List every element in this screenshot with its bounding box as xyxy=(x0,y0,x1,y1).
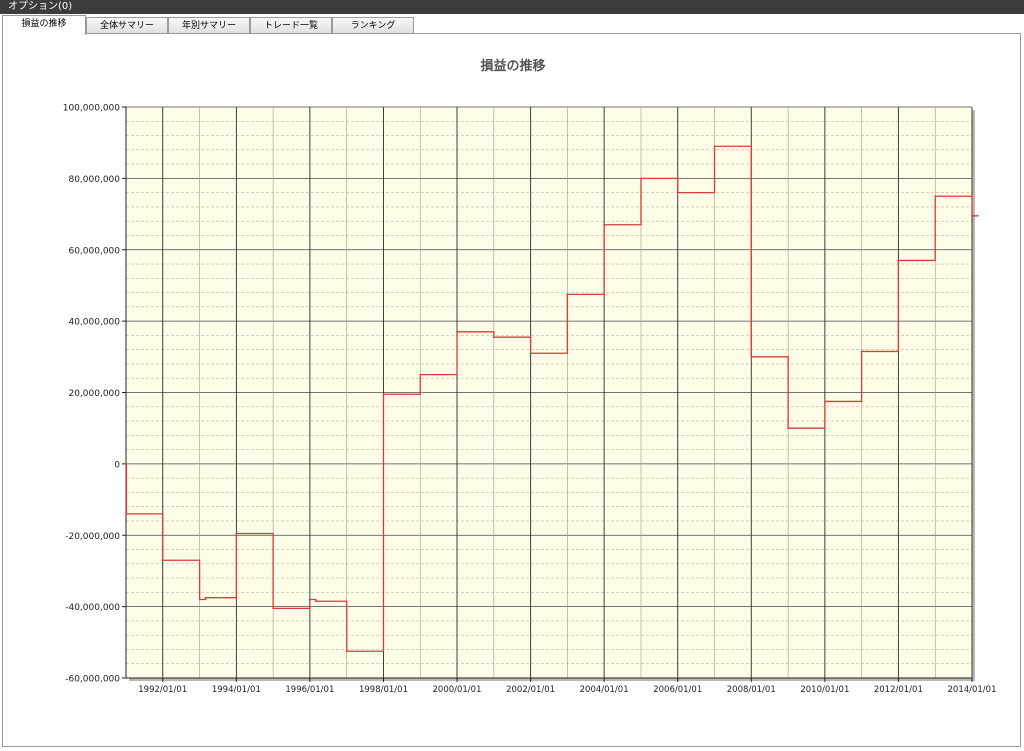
tab-overall-summary[interactable]: 全体サマリー xyxy=(86,17,168,33)
y-tick-label: -40,000,000 xyxy=(65,603,120,613)
data-point xyxy=(824,400,826,403)
tab-ranking[interactable]: ランキング xyxy=(332,17,414,33)
profit-chart: 損益の推移 100,000,000 80,000,000 60,000,000 40,… xyxy=(63,58,997,695)
y-tick-label: 80,000,000 xyxy=(68,175,120,185)
y-tick-label: -20,000,000 xyxy=(65,532,120,542)
data-point xyxy=(640,177,642,180)
y-tick-label: 100,000,000 xyxy=(63,104,121,114)
window-titlebar: オプション(0) xyxy=(0,0,1024,14)
data-point xyxy=(787,427,789,429)
y-axis-ticks: 100,000,000 80,000,000 60,000,000 40,000,00… xyxy=(63,104,126,685)
y-tick-label: 60,000,000 xyxy=(68,246,120,256)
data-point xyxy=(419,373,422,376)
x-tick-label: 2012/01/01 xyxy=(874,685,923,695)
x-tick-label: 1992/01/01 xyxy=(138,685,187,695)
data-point xyxy=(309,598,311,601)
chart-panel: 損益の推移 100,000,000 80,000,000 60,000,000 40,… xyxy=(2,33,1021,747)
data-point xyxy=(272,607,274,610)
tab-trade-list[interactable]: トレード一覧 xyxy=(250,17,332,33)
data-point xyxy=(382,393,385,396)
x-tick-label: 1994/01/01 xyxy=(212,685,261,695)
data-point xyxy=(977,215,979,217)
x-tick-label: 2006/01/01 xyxy=(653,685,702,695)
data-point xyxy=(529,352,532,355)
data-point xyxy=(204,596,207,599)
data-point xyxy=(456,331,458,333)
data-point xyxy=(161,559,164,562)
data-point xyxy=(750,356,753,358)
data-point xyxy=(235,532,238,535)
tab-strip: 損益の推移 全体サマリー 年別サマリー トレード一覧 ランキング xyxy=(0,14,1024,35)
data-point xyxy=(493,336,495,338)
tab-yearly-summary[interactable]: 年別サマリー xyxy=(168,17,250,33)
y-tick-label: -60,000,000 xyxy=(65,675,120,685)
x-tick-label: 2010/01/01 xyxy=(800,685,849,695)
x-tick-label: 2002/01/01 xyxy=(506,685,555,695)
data-point xyxy=(603,223,605,226)
y-tick-label: 40,000,000 xyxy=(68,318,120,328)
x-tick-label: 1996/01/01 xyxy=(285,685,334,695)
x-tick-label: 2014/01/01 xyxy=(948,685,997,695)
data-point xyxy=(676,191,679,194)
data-point xyxy=(566,293,569,296)
data-point xyxy=(971,215,973,217)
data-point xyxy=(713,145,716,148)
y-tick-label: 20,000,000 xyxy=(68,389,120,399)
y-tick-label: 0 xyxy=(114,460,120,470)
x-tick-label: 2004/01/01 xyxy=(580,685,629,695)
x-tick-label: 2000/01/01 xyxy=(433,685,482,695)
x-tick-label: 1998/01/01 xyxy=(359,685,408,695)
x-tick-label: 2008/01/01 xyxy=(727,685,776,695)
data-point xyxy=(897,259,900,262)
data-point xyxy=(934,195,937,198)
data-point xyxy=(860,350,863,353)
data-point xyxy=(125,463,127,465)
data-point xyxy=(125,513,128,515)
data-point xyxy=(345,650,348,653)
chart-title: 損益の推移 xyxy=(480,58,545,74)
window-title: オプション(0) xyxy=(8,1,73,12)
plot-area xyxy=(126,107,975,681)
data-point xyxy=(198,598,201,601)
tab-profit-trend[interactable]: 損益の推移 xyxy=(2,15,86,35)
data-point xyxy=(315,600,317,603)
